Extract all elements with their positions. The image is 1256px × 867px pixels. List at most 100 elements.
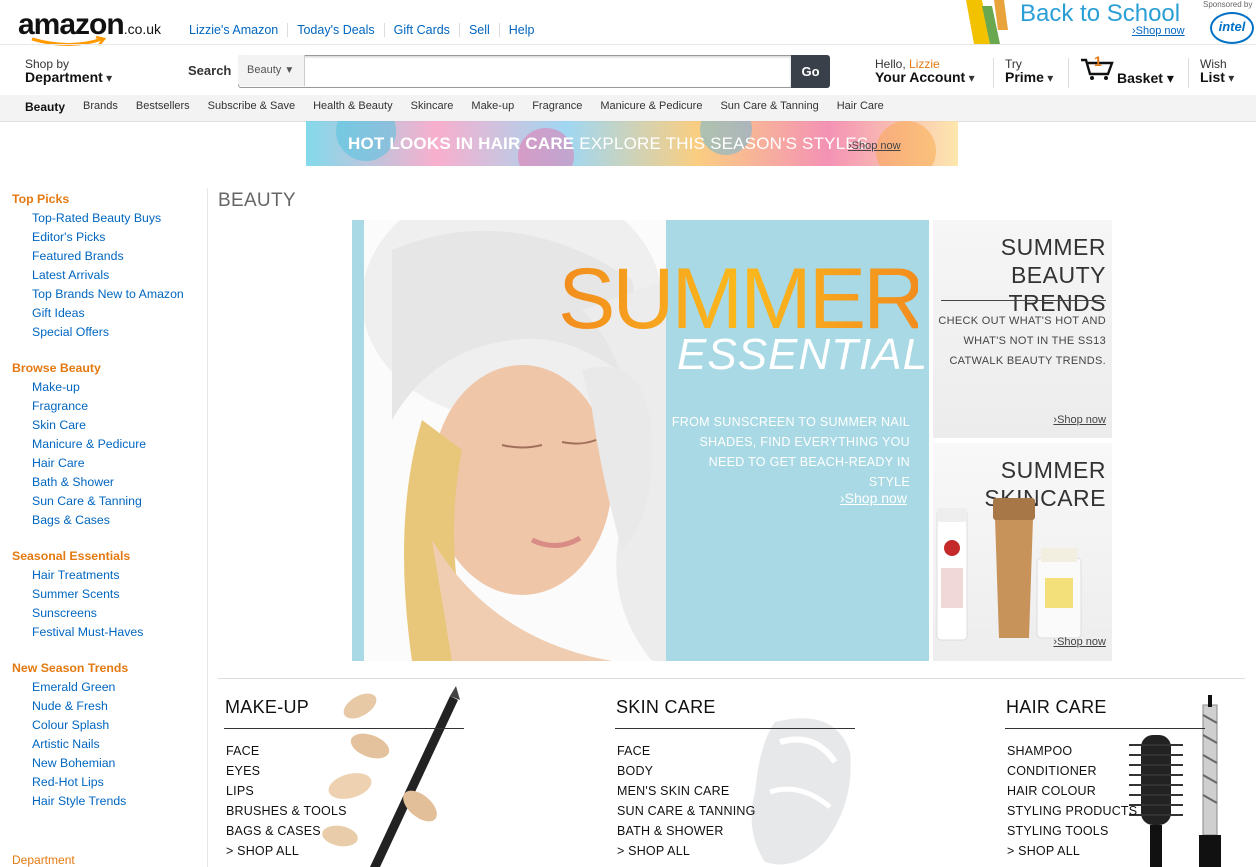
hero-shop-now[interactable]: ›Shop now [840,490,907,506]
wish-list-menu[interactable]: Wish List ▾ [1200,58,1234,85]
search-input[interactable] [306,57,790,86]
basket-text: Basket [1117,70,1163,86]
category-link[interactable]: EYES [226,761,347,781]
subnav-hair-care[interactable]: Hair Care [828,100,893,114]
nav-item[interactable]: Nude & Fresh [12,697,207,716]
category-link[interactable]: BATH & SHOWER [617,821,756,841]
nav-item[interactable]: Featured Brands [12,247,207,266]
subnav-make-up[interactable]: Make-up [462,100,523,114]
summer-beauty-trends-card[interactable]: SUMMER BEAUTY TRENDS CHECK OUT WHAT'S HO… [933,220,1112,438]
category-link[interactable]: MEN'S SKIN CARE [617,781,756,801]
back-to-school-title[interactable]: Back to School [1020,0,1180,28]
category-link[interactable]: HAIR COLOUR [1007,781,1137,801]
nav-item[interactable]: Make-up [12,378,207,397]
search-category-select[interactable]: Beauty ▼ [238,55,305,86]
link-todays-deals[interactable]: Today's Deals [287,23,383,37]
subnav-sun-care-tanning[interactable]: Sun Care & Tanning [711,100,827,114]
nav-item[interactable]: Top-Rated Beauty Buys [12,209,207,228]
list-label: List [1200,69,1225,85]
nav-item[interactable]: Hair Treatments [12,566,207,585]
nav-item[interactable]: Artistic Nails [12,735,207,754]
nav-item[interactable]: Sun Care & Tanning [12,492,207,511]
nav-item[interactable]: Skin Care [12,416,207,435]
nav-item[interactable]: Colour Splash [12,716,207,735]
category-link[interactable]: SUN CARE & TANNING [617,801,756,821]
category-title-hair-care[interactable]: HAIR CARE [1006,697,1107,718]
hair-banner-shop-now-label: Shop now [851,140,901,152]
hero-summer-heading: SUMMER [558,251,918,340]
hair-banner-shop-now[interactable]: ›Shop now [848,140,901,152]
caret-down-icon: ▼ [284,65,295,76]
card-divider [941,300,1106,301]
nav-item[interactable]: Festival Must-Haves [12,623,207,642]
category-link[interactable]: BODY [617,761,756,781]
nav-item[interactable]: Gift Ideas [12,304,207,323]
shop-by-department[interactable]: Shop by Department ▾ [25,58,112,85]
category-title-skin-care[interactable]: SKIN CARE [616,697,716,718]
subnav-bestsellers[interactable]: Bestsellers [127,100,199,114]
category-title-make-up[interactable]: MAKE-UP [225,697,309,718]
category-link[interactable]: CONDITIONER [1007,761,1137,781]
subnav-beauty[interactable]: Beauty [16,100,74,114]
link-help[interactable]: Help [498,23,544,37]
try-prime-menu[interactable]: Try Prime ▾ [1005,58,1053,85]
nav-heading-top-picks: Top Picks [12,192,70,206]
category-link[interactable]: STYLING PRODUCTS [1007,801,1137,821]
nav-item[interactable]: Bath & Shower [12,473,207,492]
category-list-skin-care: FACE BODY MEN'S SKIN CARE SUN CARE & TAN… [617,741,756,861]
subnav-health-beauty[interactable]: Health & Beauty [304,100,402,114]
link-sell[interactable]: Sell [458,23,499,37]
category-link[interactable]: LIPS [226,781,347,801]
hero-summer-text: SUMMER [558,251,918,340]
category-link[interactable]: BAGS & CASES [226,821,347,841]
subnav-fragrance[interactable]: Fragrance [523,100,591,114]
basket-label[interactable]: Basket ▾ [1117,70,1174,87]
nav-item[interactable]: Emerald Green [12,678,207,697]
summer-skincare-card[interactable]: SUMMER SKINCARE ›Shop now [933,443,1112,661]
category-link[interactable]: > SHOP ALL [226,841,347,861]
subnav-brands[interactable]: Brands [74,100,127,114]
nav-item[interactable]: Latest Arrivals [12,266,207,285]
page-title: BEAUTY [218,190,296,211]
subnav-skincare[interactable]: Skincare [402,100,463,114]
hero-shop-now-label: Shop now [844,490,907,506]
nav-item[interactable]: Hair Care [12,454,207,473]
intel-logo[interactable]: intel [1210,12,1254,44]
card-shop-now[interactable]: ›Shop now [1053,636,1106,648]
nav-heading-department: Department [12,853,75,867]
subnav-subscribe-save[interactable]: Subscribe & Save [199,100,304,114]
subnav-manicure-pedicure[interactable]: Manicure & Pedicure [591,100,711,114]
hair-banner-bold: HOT LOOKS IN HAIR CARE [348,134,575,153]
category-link[interactable]: SHAMPOO [1007,741,1137,761]
nav-heading-seasonal-essentials: Seasonal Essentials [12,549,131,563]
category-link[interactable]: > SHOP ALL [1007,841,1137,861]
nav-item[interactable]: New Bohemian [12,754,207,773]
back-to-school-shop-now[interactable]: ›Shop now [1132,25,1185,37]
hero-essentials-heading: ESSENTIALS [677,330,959,379]
nav-item[interactable]: Sunscreens [12,604,207,623]
category-link[interactable]: FACE [617,741,756,761]
nav-item[interactable]: Special Offers [12,323,207,342]
nav-item[interactable]: Summer Scents [12,585,207,604]
nav-item[interactable]: Red-Hot Lips [12,773,207,792]
category-link[interactable]: STYLING TOOLS [1007,821,1137,841]
nav-item[interactable]: Editor's Picks [12,228,207,247]
card-body-text: CHECK OUT WHAT'S HOT AND WHAT'S NOT IN T… [938,315,1106,367]
category-link[interactable]: BRUSHES & TOOLS [226,801,347,821]
link-lizzies-amazon[interactable]: Lizzie's Amazon [180,23,287,37]
hero-body-text: FROM SUNSCREEN TO SUMMER NAIL SHADES, FI… [671,415,910,489]
cream-swatch-image [751,718,851,865]
basket-button[interactable]: 1 [1080,53,1114,80]
category-link[interactable]: > SHOP ALL [617,841,756,861]
nav-item[interactable]: Top Brands New to Amazon [12,285,207,304]
card-title-line: BEAUTY TRENDS [1008,262,1106,316]
nav-item[interactable]: Bags & Cases [12,511,207,530]
nav-item[interactable]: Hair Style Trends [12,792,207,811]
link-gift-cards[interactable]: Gift Cards [383,23,459,37]
nav-item[interactable]: Fragrance [12,397,207,416]
category-link[interactable]: FACE [226,741,347,761]
card-shop-now[interactable]: ›Shop now [1053,414,1106,426]
your-account-menu[interactable]: Hello, Lizzie Your Account ▾ [875,58,975,85]
nav-item[interactable]: Manicure & Pedicure [12,435,207,454]
search-go-button[interactable]: Go [791,55,830,88]
